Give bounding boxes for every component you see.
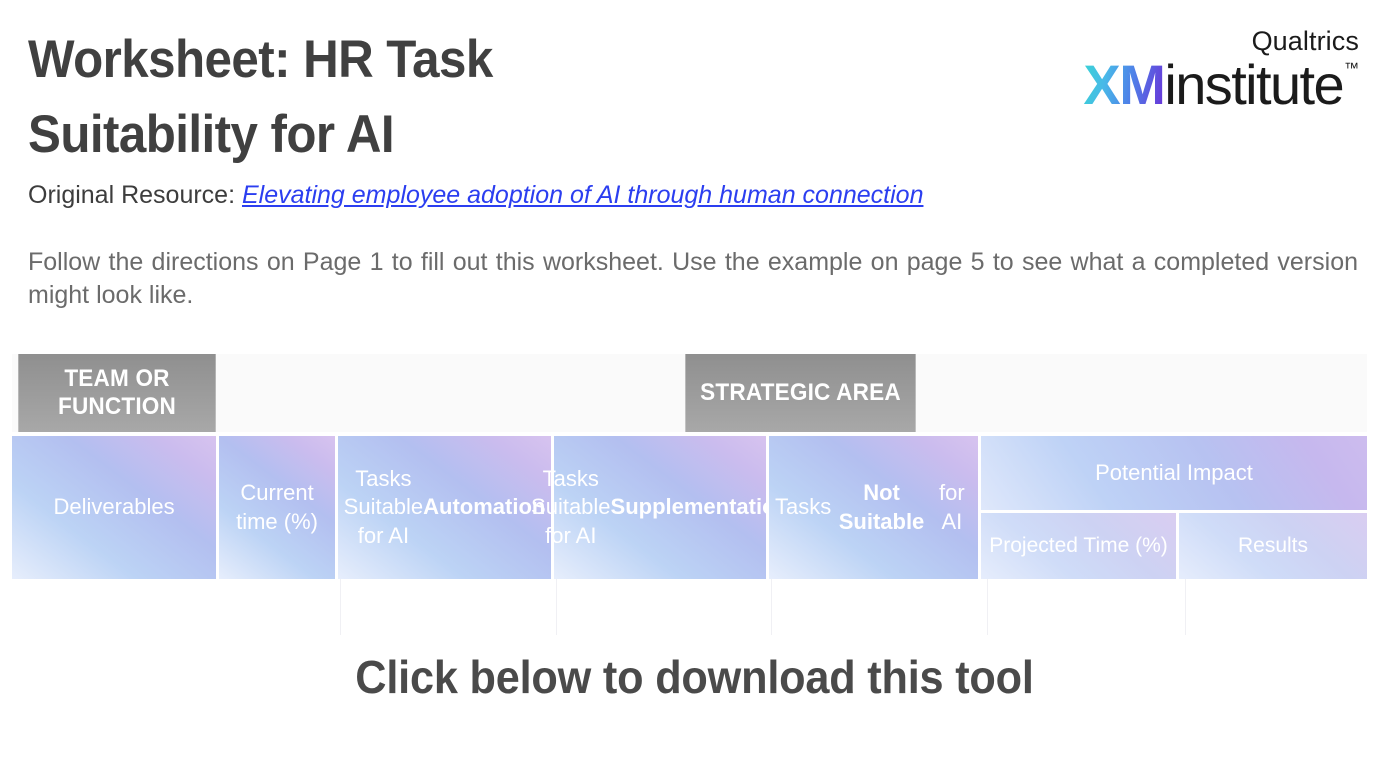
column-header-projected-time: Projected Time (%): [981, 513, 1176, 579]
group-header-spacer-2: [923, 354, 1367, 432]
table-group-header-row: TEAM OR FUNCTION STRATEGIC AREA: [12, 354, 1367, 432]
label-text: Tasks Suitable for AI: [343, 466, 424, 548]
column-header-results: Results: [1179, 513, 1367, 579]
cell-projected-time[interactable]: [988, 579, 1186, 635]
cell-results[interactable]: [1186, 579, 1367, 635]
label-text-pre: Tasks: [775, 494, 832, 520]
column-header-tasks-suitable-ai-supplementation: Tasks Suitable for AI Supplementation: [531, 436, 789, 579]
label-text-post: for AI: [939, 480, 965, 534]
trademark-icon: ™: [1344, 60, 1359, 77]
column-header-deliverables: Deliverables: [12, 436, 217, 579]
qualtrics-xm-institute-logo: Qualtrics XM institute ™: [1083, 28, 1359, 113]
potential-impact-subheader-row: Projected Time (%) Results: [981, 513, 1367, 579]
table-column-header-row: Deliverables Current time (%) Tasks Suit…: [12, 436, 1367, 579]
page-header: Worksheet: HR Task Suitability for AI Qu…: [0, 0, 1389, 173]
page-title-line-1: Worksheet: HR Task: [28, 30, 493, 89]
label-emphasis: Supplementation: [610, 494, 789, 520]
label-text: Tasks Suitable for AI: [531, 466, 611, 548]
group-header-strategic-area: STRATEGIC AREA: [685, 354, 916, 432]
cell-tasks-suitable-ai-automation[interactable]: [341, 579, 557, 635]
original-resource-label: Original Resource:: [28, 180, 242, 209]
label-emphasis: Not Suitable: [838, 480, 925, 534]
cell-deliverables[interactable]: [12, 579, 220, 635]
logo-qualtrics-wordmark: Qualtrics: [1251, 26, 1359, 56]
instructions-paragraph: Follow the directions on Page 1 to fill …: [28, 247, 1358, 309]
logo-institute-wordmark: institute: [1164, 53, 1344, 116]
logo-xm-institute-row: XM institute ™: [1083, 57, 1359, 113]
column-header-tasks-suitable-ai-automation: Tasks Suitable for AI Automation: [338, 436, 551, 579]
column-group-potential-impact: Potential Impact Projected Time (%) Resu…: [981, 436, 1367, 579]
cell-tasks-not-suitable-ai[interactable]: [772, 579, 988, 635]
original-resource-link[interactable]: Elevating employee adoption of AI throug…: [242, 181, 923, 209]
cell-tasks-suitable-ai-supplementation[interactable]: [557, 579, 772, 635]
page-title-line-2: Suitability for AI: [28, 105, 395, 165]
group-header-spacer-1: [222, 354, 678, 432]
label-emphasis: Automation: [423, 494, 546, 520]
table-empty-row: [12, 579, 1367, 635]
worksheet-table: TEAM OR FUNCTION STRATEGIC AREA Delivera…: [12, 354, 1367, 635]
column-header-tasks-not-suitable-ai: Tasks Not Suitable for AI: [769, 436, 978, 579]
download-cta-text: Click below to download this tool: [355, 651, 1034, 703]
column-header-potential-impact: Potential Impact: [981, 436, 1367, 510]
page-title: Worksheet: HR Task Suitability for AI: [28, 22, 623, 173]
original-resource-line: Original Resource: Elevating employee ad…: [0, 181, 1389, 210]
column-header-current-time: Current time (%): [219, 436, 335, 579]
cell-current-time[interactable]: [220, 579, 341, 635]
logo-xm-mark: XM: [1083, 53, 1166, 116]
group-header-team-or-function: TEAM OR FUNCTION: [18, 354, 216, 432]
